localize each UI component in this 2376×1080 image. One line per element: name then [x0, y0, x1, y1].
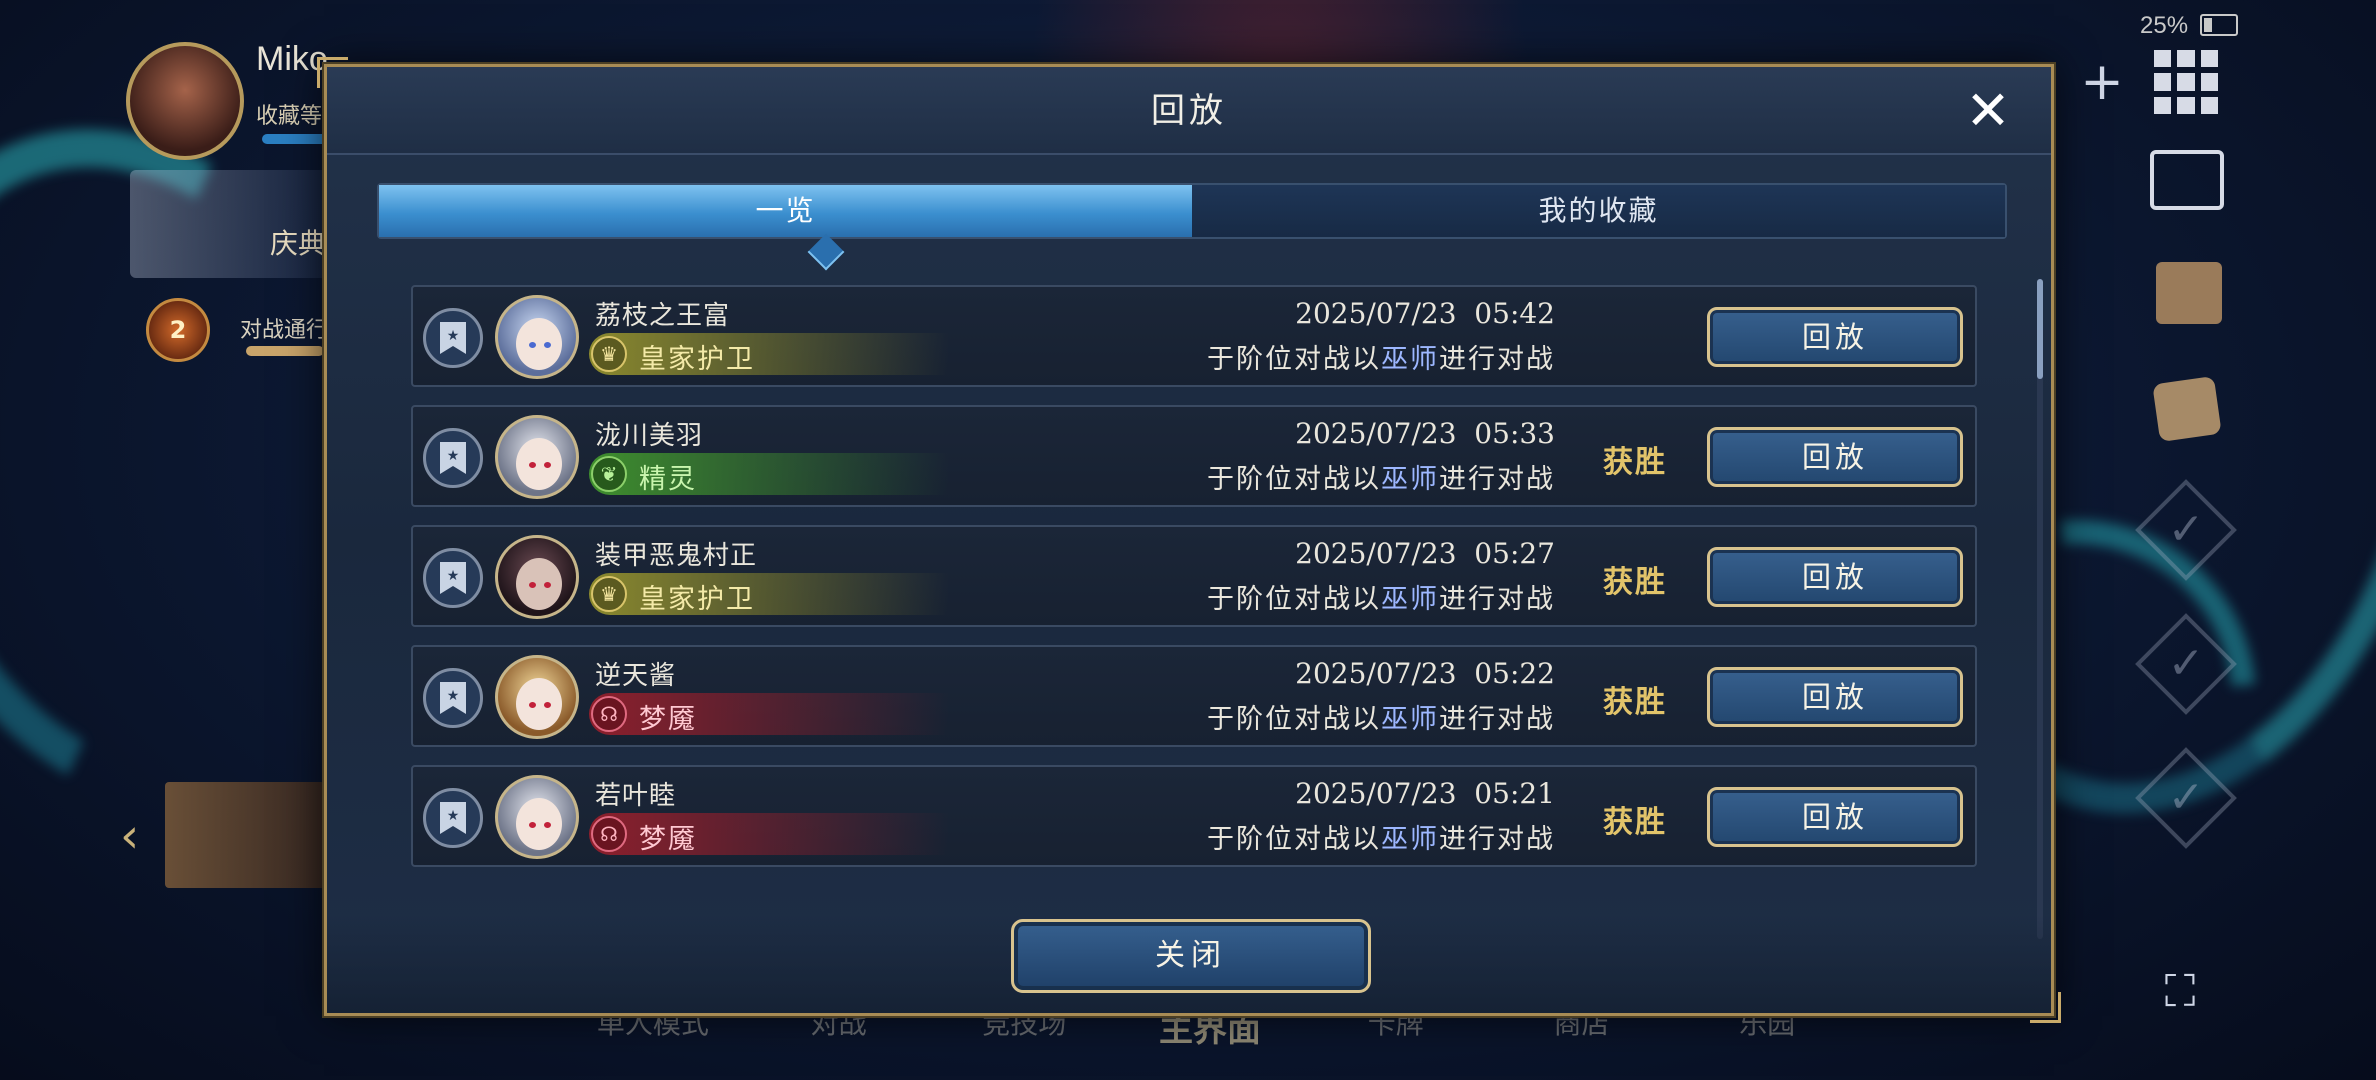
player-name: 荔枝之王富	[595, 301, 731, 331]
match-description: 于阶位对战以巫师进行对战	[1207, 704, 1555, 735]
match-description: 于阶位对战以巫师进行对战	[1207, 584, 1555, 615]
bookmark-star-icon[interactable]: ★	[423, 308, 483, 368]
player-avatar	[495, 295, 579, 379]
battery-percent: 25%	[2140, 12, 2189, 39]
replay-button[interactable]: 回放	[1707, 787, 1963, 847]
match-date: 2025/07/23 05:21	[1295, 777, 1555, 810]
played-class: 巫师	[1381, 464, 1439, 495]
profile-collection-label: 收藏等	[256, 104, 323, 129]
gift-icon[interactable]	[2156, 262, 2222, 324]
match-result: 获胜	[1603, 565, 1667, 600]
match-result: 获胜	[1603, 805, 1667, 840]
close-icon[interactable]: ✕	[1963, 84, 2013, 138]
class-name: 精灵	[639, 464, 697, 495]
nightmare-icon: ☊	[591, 816, 627, 852]
dialog-title: 回放	[1151, 91, 1227, 131]
player-avatar	[495, 775, 579, 859]
match-description: 于阶位对战以巫师进行对战	[1207, 824, 1555, 855]
player-name: 泷川美羽	[595, 421, 704, 451]
played-class: 巫师	[1381, 704, 1439, 735]
scroll-icon[interactable]	[2152, 375, 2222, 443]
match-description: 于阶位对战以巫师进行对战	[1207, 344, 1555, 375]
replay-dialog: 回放 ✕ 一览 我的收藏 ★ 荔枝之王富 ♛ 皇家护卫 2025/07/23 0…	[317, 57, 2061, 1023]
class-name: 皇家护卫	[639, 584, 755, 615]
battery-icon	[2200, 14, 2238, 36]
leaf-icon: ❦	[591, 456, 627, 492]
bookmark-star-icon[interactable]: ★	[423, 668, 483, 728]
match-description: 于阶位对战以巫师进行对战	[1207, 464, 1555, 495]
plus-icon[interactable]: +	[2072, 54, 2132, 114]
match-result: 获胜	[1603, 445, 1667, 480]
replay-row: ★ 逆天酱 ☊ 梦魇 2025/07/23 05:22 于阶位对战以巫师进行对战…	[411, 645, 1977, 747]
bookmark-star-icon[interactable]: ★	[423, 788, 483, 848]
player-avatar	[495, 655, 579, 739]
crown-icon: ♛	[591, 336, 627, 372]
scrollbar-thumb[interactable]	[2037, 279, 2043, 379]
season-pass-progress	[246, 346, 324, 356]
grid-menu-icon[interactable]	[2154, 50, 2218, 114]
player-name: 若叶睦	[595, 781, 677, 811]
season-pass-level: 2	[169, 316, 187, 344]
class-name: 梦魇	[639, 824, 697, 855]
side-banner[interactable]	[165, 782, 325, 888]
tab-favorites[interactable]: 我的收藏	[1192, 185, 2005, 237]
match-date: 2025/07/23 05:33	[1295, 417, 1555, 450]
class-name: 梦魇	[639, 704, 697, 735]
bookmark-star-icon[interactable]: ★	[423, 428, 483, 488]
match-result: 获胜	[1603, 685, 1667, 720]
replay-row: ★ 泷川美羽 ❦ 精灵 2025/07/23 05:33 于阶位对战以巫师进行对…	[411, 405, 1977, 507]
match-date: 2025/07/23 05:27	[1295, 537, 1555, 570]
fullscreen-icon[interactable]: ⛶	[2156, 968, 2204, 1016]
profile-progress-bar	[262, 134, 328, 144]
replay-tabs: 一览 我的收藏	[377, 183, 2007, 271]
played-class: 巫师	[1381, 824, 1439, 855]
player-name: 逆天酱	[595, 661, 677, 691]
close-button[interactable]: 关闭	[1011, 919, 1371, 993]
player-avatar	[495, 535, 579, 619]
replay-row: ★ 若叶睦 ☊ 梦魇 2025/07/23 05:21 于阶位对战以巫师进行对战…	[411, 765, 1977, 867]
match-date: 2025/07/23 05:42	[1295, 297, 1555, 330]
played-class: 巫师	[1381, 584, 1439, 615]
bookmark-star-icon[interactable]: ★	[423, 548, 483, 608]
replay-row: ★ 装甲恶鬼村正 ♛ 皇家护卫 2025/07/23 05:27 于阶位对战以巫…	[411, 525, 1977, 627]
player-name: 装甲恶鬼村正	[595, 541, 758, 571]
match-date: 2025/07/23 05:22	[1295, 657, 1555, 690]
replay-row: ★ 荔枝之王富 ♛ 皇家护卫 2025/07/23 05:42 于阶位对战以巫师…	[411, 285, 1977, 387]
played-class: 巫师	[1381, 344, 1439, 375]
tab-overview[interactable]: 一览	[379, 185, 1192, 237]
replay-button[interactable]: 回放	[1707, 427, 1963, 487]
replay-list: ★ 荔枝之王富 ♛ 皇家护卫 2025/07/23 05:42 于阶位对战以巫师…	[411, 285, 1977, 935]
replay-button[interactable]: 回放	[1707, 547, 1963, 607]
nightmare-icon: ☊	[591, 696, 627, 732]
tab-indicator	[807, 233, 845, 271]
replay-button[interactable]: 回放	[1707, 307, 1963, 367]
chevron-left-icon[interactable]: ‹	[120, 808, 139, 864]
replay-button[interactable]: 回放	[1707, 667, 1963, 727]
profile-avatar[interactable]	[126, 42, 244, 160]
image-refresh-icon[interactable]	[2150, 150, 2224, 210]
event-card-label: 庆典	[270, 227, 327, 260]
class-name: 皇家护卫	[639, 344, 755, 375]
crown-icon: ♛	[591, 576, 627, 612]
player-avatar	[495, 415, 579, 499]
